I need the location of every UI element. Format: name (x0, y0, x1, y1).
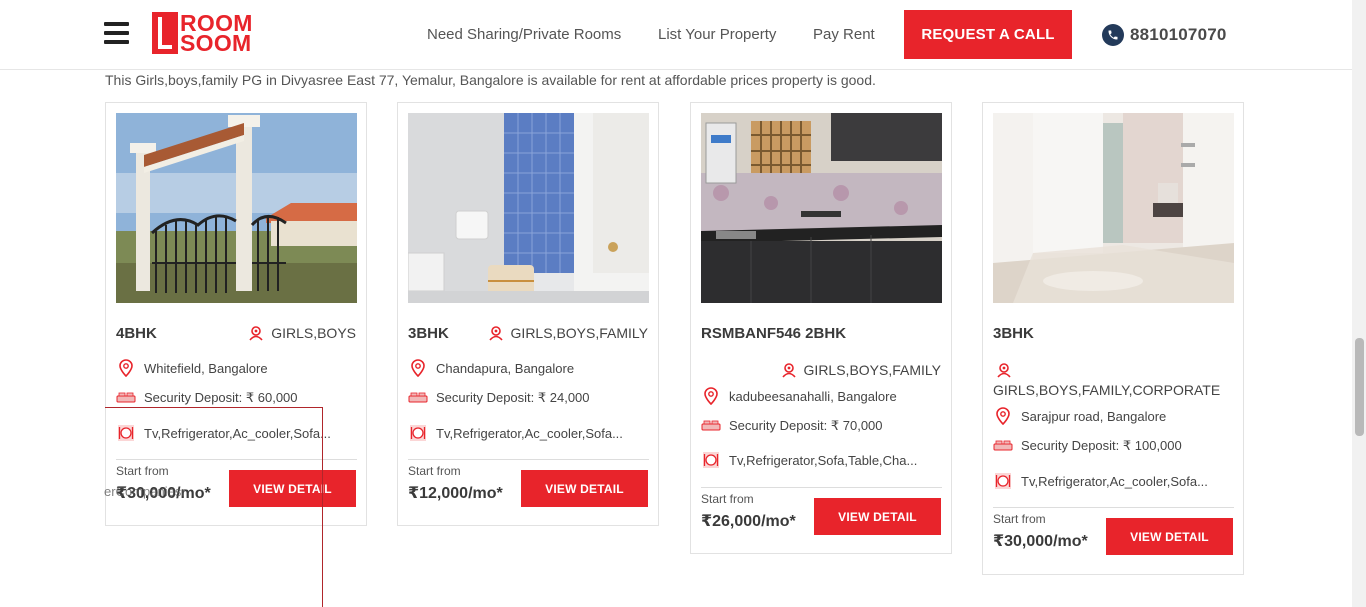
overlay-line-horizontal (105, 407, 323, 408)
deposit-text: Security Deposit: ₹ 60,000 (144, 390, 298, 405)
property-title: 3BHK (993, 325, 1034, 342)
amenities-row: Tv,Refrigerator,Ac_cooler,Sofa... (408, 423, 623, 443)
location-row: Whitefield, Bangalore (116, 358, 268, 378)
view-detail-button[interactable]: VIEW DETAIL (1106, 518, 1233, 555)
nav-sharing-private-rooms[interactable]: Need Sharing/Private Rooms (427, 26, 621, 43)
property-image-living-room[interactable] (993, 113, 1234, 303)
location-pin-icon (116, 358, 136, 378)
page-scrollbar[interactable] (1352, 0, 1366, 607)
bed-icon (116, 388, 136, 408)
amenities-row: Tv,Refrigerator,Sofa,Table,Cha... (701, 450, 917, 470)
start-from-label: Start from (701, 492, 754, 506)
start-from-label: Start from (408, 464, 461, 478)
tenant-tags: GIRLS,BOYS,FAMILY (781, 362, 941, 378)
menu-icon[interactable] (104, 22, 129, 44)
property-card: 3BHK GIRLS,BOYS,FAMILY Chandapura, Banga… (397, 102, 659, 526)
tenant-tags-label: GIRLS,BOYS,FAMILY,CORPORATE (993, 382, 1221, 398)
tenant-tags-label: GIRLS,BOYS,FAMILY (510, 325, 648, 341)
view-detail-button[interactable]: VIEW DETAIL (521, 470, 648, 507)
nav-list-property[interactable]: List Your Property (658, 26, 776, 43)
deposit-text: Security Deposit: ₹ 24,000 (436, 390, 590, 405)
property-card: 3BHK GIRLS,BOYS,FAMILY,CORPORATE Sarajpu… (982, 102, 1244, 575)
amenities-text: Tv,Refrigerator,Ac_cooler,Sofa... (436, 425, 623, 441)
amenities-text: Tv,Refrigerator,Sofa,Table,Cha... (729, 452, 918, 468)
tenant-icon (488, 325, 504, 341)
location-text: Chandapura, Bangalore (436, 360, 575, 376)
logo-text: ROOM SOOM (180, 12, 253, 56)
phone-number: 8810107070 (1130, 25, 1227, 44)
tenant-tags: GIRLS,BOYS (248, 325, 356, 341)
deposit-row: Security Deposit: ₹ 60,000 (116, 388, 298, 408)
overlay-line-vertical (322, 407, 323, 607)
deposit-row: Security Deposit: ₹ 100,000 (993, 436, 1182, 456)
card-divider (993, 507, 1234, 508)
location-pin-icon (701, 386, 721, 406)
nav-pay-rent[interactable]: Pay Rent (813, 26, 875, 43)
location-pin-icon (408, 358, 428, 378)
amenities-text: Tv,Refrigerator,Ac_cooler,Sofa... (1021, 473, 1208, 489)
amenities-row: Tv,Refrigerator,Ac_cooler,Sofa... (993, 471, 1208, 491)
tenant-icon (781, 362, 797, 378)
location-text: kadubeesanahalli, Bangalore (729, 388, 897, 404)
location-text: Sarajpur road, Bangalore (1021, 408, 1167, 424)
rent-price: ₹26,000/mo* (701, 513, 796, 530)
tenant-icon (996, 362, 1012, 383)
property-image-kitchen[interactable] (701, 113, 942, 303)
property-card: RSMBANF546 2BHK GIRLS,BOYS,FAMILY kadube… (690, 102, 952, 554)
bed-icon (993, 436, 1013, 456)
deposit-row: Security Deposit: ₹ 24,000 (408, 388, 590, 408)
tenant-icon (248, 325, 264, 341)
property-image-bathroom[interactable] (408, 113, 649, 303)
card-divider (408, 459, 649, 460)
location-row: Sarajpur road, Bangalore (993, 406, 1166, 426)
tenant-tags-label: GIRLS,BOYS,FAMILY (803, 362, 941, 378)
scrollbar-thumb[interactable] (1355, 338, 1364, 436)
start-from-label: Start from (116, 464, 169, 478)
roomsoom-logo[interactable]: ROOM SOOM (152, 12, 253, 56)
phone-icon (1102, 24, 1124, 46)
start-from-label: Start from (993, 512, 1046, 526)
phone-contact[interactable]: 8810107070 (1102, 24, 1227, 46)
amenities-row: Tv,Refrigerator,Ac_cooler,Sofa... (116, 423, 331, 443)
tenant-tags: GIRLS,BOYS,FAMILY (488, 325, 648, 341)
deposit-text: Security Deposit: ₹ 70,000 (729, 418, 883, 433)
dining-icon (701, 450, 721, 470)
dining-icon (993, 471, 1013, 491)
intro-text: This Girls,boys,family PG in Divyasree E… (105, 72, 876, 88)
rent-price: ₹12,000/mo* (408, 485, 503, 502)
location-text: Whitefield, Bangalore (144, 360, 268, 376)
logo-mark-icon (152, 12, 178, 54)
dining-icon (116, 423, 136, 443)
bed-icon (701, 416, 721, 436)
card-divider (116, 459, 357, 460)
deposit-row: Security Deposit: ₹ 70,000 (701, 416, 883, 436)
view-detail-button[interactable]: VIEW DETAIL (814, 498, 941, 535)
property-card: 4BHK GIRLS,BOYS Whitefield, Bangalore Se… (105, 102, 367, 526)
dining-icon (408, 423, 428, 443)
ghost-overlay-text: erCompaniesr (104, 484, 186, 499)
card-divider (701, 487, 942, 488)
rent-price: ₹30,000/mo* (993, 533, 1088, 550)
deposit-text: Security Deposit: ₹ 100,000 (1021, 438, 1182, 453)
view-detail-button[interactable]: VIEW DETAIL (229, 470, 356, 507)
property-title: RSMBANF546 2BHK (701, 325, 847, 342)
location-row: kadubeesanahalli, Bangalore (701, 386, 897, 406)
request-call-button[interactable]: REQUEST A CALL (904, 10, 1072, 59)
location-pin-icon (993, 406, 1013, 426)
property-title: 4BHK (116, 325, 157, 342)
property-title: 3BHK (408, 325, 449, 342)
tenant-tags-label: GIRLS,BOYS (271, 325, 356, 341)
location-row: Chandapura, Bangalore (408, 358, 574, 378)
logo-line-soom: SOOM (180, 30, 252, 56)
bed-icon (408, 388, 428, 408)
property-image-gate[interactable] (116, 113, 357, 303)
site-header: ROOM SOOM Need Sharing/Private Rooms Lis… (0, 0, 1352, 70)
amenities-text: Tv,Refrigerator,Ac_cooler,Sofa... (144, 425, 331, 441)
